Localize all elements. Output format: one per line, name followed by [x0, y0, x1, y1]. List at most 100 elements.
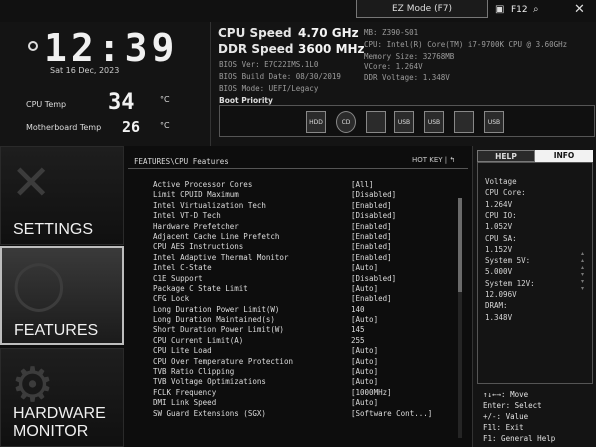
info-line: 1.348V	[485, 312, 513, 322]
setting-row[interactable]: CPU AES Instructions [Enabled]	[153, 242, 443, 252]
setting-value[interactable]: [Auto]	[351, 315, 378, 324]
setting-name: CPU Over Temperature Protection	[153, 356, 293, 366]
setting-row[interactable]: CFG Lock [Enabled]	[153, 294, 443, 304]
boot-device-cd[interactable]: CD	[336, 111, 356, 133]
setting-value[interactable]: [Auto]	[351, 284, 378, 293]
hotkey-button[interactable]: HOT KEY | ↰	[412, 156, 455, 164]
close-icon[interactable]: ✕	[574, 2, 585, 17]
search-icon[interactable]: ⌕	[533, 4, 539, 15]
screenshot-icon[interactable]: ▣	[495, 4, 504, 15]
setting-row[interactable]: SW Guard Extensions (SGX) [Software Cont.…	[153, 409, 443, 419]
info-line: 12.096V	[485, 290, 517, 299]
setting-value[interactable]: [Auto]	[351, 377, 378, 386]
boot-device-3[interactable]	[366, 111, 386, 133]
setting-row[interactable]: Active Processor Cores [All]	[153, 180, 443, 190]
setting-value[interactable]: [1000MHz]	[351, 388, 392, 397]
nav-settings[interactable]: ✕ SETTINGS	[0, 146, 124, 245]
setting-name: DMI Link Speed	[153, 398, 217, 408]
ez-mode-button[interactable]: EZ Mode (F7)	[356, 0, 488, 18]
setting-name: Intel Adaptive Thermal Monitor	[153, 252, 289, 262]
setting-name: FCLK Frequency	[153, 387, 217, 397]
setting-row[interactable]: Intel C-State [Auto]	[153, 263, 443, 273]
clock-date: Sat 16 Dec, 2023	[50, 66, 120, 75]
clock-panel: 12:39 Sat 16 Dec, 2023 CPU Temp 34 °C Mo…	[0, 22, 204, 146]
boot-priority-bar: HDD CD USB USB USB	[219, 105, 595, 137]
setting-row[interactable]: Long Duration Power Limit(W) 140	[153, 305, 443, 315]
memory-size: Memory Size: 32768MB	[364, 52, 455, 61]
setting-value[interactable]: [Enabled]	[351, 294, 392, 303]
setting-value[interactable]: [Enabled]	[351, 222, 392, 231]
info-box: Voltage CPU Core: 1.264V CPU IO: 1.052V CPU…	[477, 162, 593, 384]
nav-hardware-label-2: MONITOR	[13, 423, 89, 440]
boot-device-hdd[interactable]: HDD	[306, 111, 326, 133]
main-content: FEATURES\CPU Features HOT KEY | ↰ Active…	[124, 146, 472, 447]
boot-device-usb-1[interactable]: USB	[394, 111, 414, 133]
tab-info[interactable]: INFO	[535, 150, 593, 162]
setting-row[interactable]: Intel Virtualization Tech [Enabled]	[153, 201, 443, 211]
info-line: 1.264V	[485, 199, 513, 209]
setting-name: Short Duration Power Limit(W)	[153, 325, 284, 335]
mb-temp-value: 26	[122, 118, 141, 136]
setting-row[interactable]: Long Duration Maintained(s) [Auto]	[153, 315, 443, 325]
boot-device-6[interactable]	[454, 111, 474, 133]
cpu-temp-value: 34	[108, 90, 135, 115]
setting-row[interactable]: Intel Adaptive Thermal Monitor [Enabled]	[153, 253, 443, 263]
setting-value[interactable]: [Enabled]	[351, 253, 392, 262]
breadcrumb: FEATURES\CPU Features	[134, 157, 229, 166]
setting-name: Long Duration Maintained(s)	[153, 315, 275, 325]
setting-value[interactable]: [Software Cont...]	[351, 409, 432, 418]
key-hint: F1: General Help	[483, 434, 556, 443]
nav-features[interactable]: ◯ FEATURES	[0, 246, 124, 345]
nav-hardware-monitor[interactable]: ⚙ HARDWARE MONITOR	[0, 348, 124, 447]
setting-value[interactable]: 255	[351, 336, 365, 345]
setting-row[interactable]: Limit CPUID Maximum [Disabled]	[153, 190, 443, 200]
setting-value[interactable]: [Disabled]	[351, 190, 396, 199]
setting-row[interactable]: CPU Current Limit(A) 255	[153, 336, 443, 346]
setting-value[interactable]: [Disabled]	[351, 211, 396, 220]
setting-value[interactable]: 145	[351, 325, 365, 334]
boot-device-usb-3[interactable]: USB	[484, 111, 504, 133]
setting-name: Hardware Prefetcher	[153, 221, 239, 231]
f12-label: F12	[511, 5, 528, 15]
setting-row[interactable]: Package C State Limit [Auto]	[153, 284, 443, 294]
bios-version: BIOS Ver: E7C22IMS.1L0	[219, 60, 319, 69]
setting-row[interactable]: Short Duration Power Limit(W) 145	[153, 325, 443, 335]
info-line: Voltage	[485, 177, 517, 186]
ddr-voltage-info: DDR Voltage: 1.348V	[364, 73, 450, 82]
setting-row[interactable]: FCLK Frequency [1000MHz]	[153, 388, 443, 398]
setting-row[interactable]: DMI Link Speed [Auto]	[153, 398, 443, 408]
settings-list: Active Processor Cores [All] Limit CPUID M…	[153, 180, 443, 419]
setting-name: SW Guard Extensions (SGX)	[153, 408, 266, 418]
setting-name: TVB Voltage Optimizations	[153, 377, 266, 387]
setting-name: CPU AES Instructions	[153, 242, 244, 252]
setting-name: Package C State Limit	[153, 283, 248, 293]
tab-help[interactable]: HELP	[477, 150, 535, 162]
setting-value[interactable]: [Auto]	[351, 263, 378, 272]
setting-value[interactable]: [Disabled]	[351, 274, 396, 283]
mb-info: MB: Z390-S01	[364, 28, 419, 37]
setting-value[interactable]: [All]	[351, 180, 374, 189]
setting-value[interactable]: [Enabled]	[351, 242, 392, 251]
key-hint: F1l: Exit	[483, 423, 524, 432]
setting-row[interactable]: Hardware Prefetcher [Enabled]	[153, 222, 443, 232]
setting-row[interactable]: CPU Lite Load [Auto]	[153, 346, 443, 356]
setting-value[interactable]: 140	[351, 305, 365, 314]
setting-row[interactable]: CPU Over Temperature Protection [Auto]	[153, 357, 443, 367]
setting-row[interactable]: Intel VT-D Tech [Disabled]	[153, 211, 443, 221]
setting-row[interactable]: Adjacent Cache Line Prefetch [Enabled]	[153, 232, 443, 242]
setting-name: Intel Virtualization Tech	[153, 200, 266, 210]
key-hint: Enter: Select	[483, 401, 542, 410]
setting-row[interactable]: TVB Ratio Clipping [Auto]	[153, 367, 443, 377]
setting-row[interactable]: TVB Voltage Optimizations [Auto]	[153, 377, 443, 387]
setting-value[interactable]: [Auto]	[351, 398, 378, 407]
boot-device-usb-2[interactable]: USB	[424, 111, 444, 133]
info-line: DRAM:	[485, 301, 508, 311]
setting-value[interactable]: [Enabled]	[351, 232, 392, 241]
scrollbar-thumb[interactable]	[458, 198, 462, 292]
setting-value[interactable]: [Auto]	[351, 357, 378, 366]
setting-value[interactable]: [Auto]	[351, 367, 378, 376]
setting-value[interactable]: [Auto]	[351, 346, 378, 355]
setting-row[interactable]: C1E Support [Disabled]	[153, 274, 443, 284]
header: 12:39 Sat 16 Dec, 2023 CPU Temp 34 °C Mo…	[0, 22, 596, 146]
setting-value[interactable]: [Enabled]	[351, 201, 392, 210]
